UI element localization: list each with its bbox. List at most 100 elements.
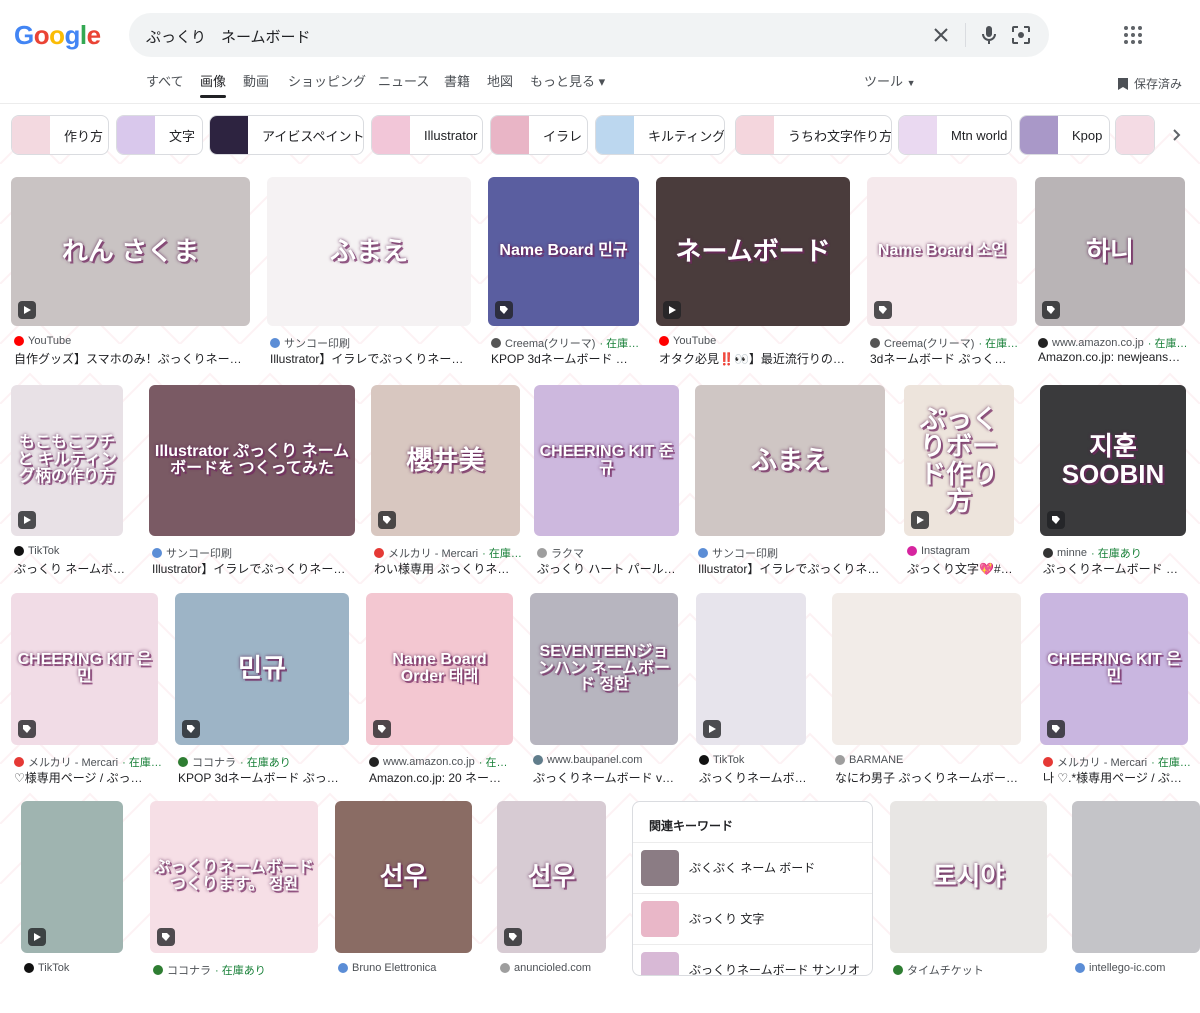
image-result[interactable]: BARMANE なにわ男子 ぷっくりネームボー… <box>832 593 1021 805</box>
result-thumbnail[interactable]: 토시야 <box>890 801 1047 953</box>
result-thumbnail[interactable]: Name Board Order 태래 <box>366 593 513 745</box>
image-result[interactable]: ぷっくりネームボード つくります。 정원 ココナラ · 在庫あり <box>150 801 318 1013</box>
image-result[interactable]: Illustrator ぷっくり ネームボードを つくってみた サンコー印刷 Ill… <box>149 385 355 596</box>
search-input[interactable]: ぷっくり ネームボード <box>146 26 311 47</box>
result-title[interactable]: ぷっくり ネームボ… <box>14 560 126 577</box>
result-thumbnail[interactable]: Illustrator ぷっくり ネームボードを つくってみた <box>149 385 355 536</box>
apps-grid-icon[interactable] <box>1122 24 1144 46</box>
saved-button[interactable]: 保存済み <box>1117 75 1182 92</box>
search-bar[interactable]: ぷっくり ネームボード <box>129 13 1049 57</box>
result-title[interactable]: Illustrator】イラレでぷっくりネー… <box>270 350 474 367</box>
result-title[interactable]: 自作グッズ】スマホのみ！ぷっくりネー… <box>14 350 253 367</box>
result-thumbnail[interactable]: ネームボード <box>656 177 850 326</box>
result-title[interactable]: Amazon.co.jp: newjeans… <box>1038 350 1188 364</box>
image-result[interactable]: ぷっくりボード作り方 Instagram ぷっくり文字💖#… <box>904 385 1014 596</box>
result-title[interactable]: KPOP 3dネームボード ぷっ… <box>178 769 352 786</box>
chip-8[interactable]: Kpop <box>1019 115 1110 155</box>
result-title[interactable]: ♡様専用ページ / ぷっ… <box>14 769 161 786</box>
result-title[interactable]: ぷっくりネームボ… <box>699 769 809 786</box>
result-title[interactable]: KPOP 3dネームボード … <box>491 350 642 367</box>
result-thumbnail[interactable]: 지훈 SOOBIN <box>1040 385 1186 536</box>
image-result[interactable]: Name Board Order 태래 www.amazon.co.jp · 在… A… <box>366 593 513 805</box>
chip-3[interactable]: Illustrator <box>371 115 483 155</box>
chip-2[interactable]: アイビスペイント <box>209 115 364 155</box>
image-result[interactable]: 선우 anuncioled.com <box>497 801 606 1013</box>
chip-9[interactable] <box>1115 115 1155 155</box>
image-result[interactable]: 민규 ココナラ · 在庫あり KPOP 3dネームボード ぷっ… <box>175 593 349 805</box>
tools-button[interactable]: ツール ▼ <box>864 71 916 90</box>
microphone-icon[interactable] <box>977 23 1001 47</box>
image-result[interactable]: CHEERING KIT 은민 メルカリ - Mercari · 在庫… ♡様専用ペー… <box>11 593 161 805</box>
clear-icon[interactable] <box>929 23 953 47</box>
result-title[interactable]: Amazon.co.jp: 20 ネー… <box>369 769 516 786</box>
result-thumbnail[interactable]: Name Board 민규 <box>488 177 639 326</box>
result-title[interactable]: ぷっくりネームボード … <box>1043 560 1189 577</box>
result-thumbnail[interactable]: 櫻井美 <box>371 385 520 536</box>
chip-4[interactable]: イラレ <box>490 115 588 155</box>
result-thumbnail[interactable]: ぷっくりボード作り方 <box>904 385 1014 536</box>
result-title[interactable]: なにわ男子 ぷっくりネームボー… <box>835 769 1024 786</box>
tab-4[interactable]: ニュース <box>378 71 429 90</box>
result-thumbnail[interactable] <box>1072 801 1200 953</box>
result-title[interactable]: 나 ♡.*様専用ページ / ぷ… <box>1043 769 1191 786</box>
image-result[interactable]: CHEERING KIT 준규 ラクマ ぷっくり ハート パール… <box>534 385 679 596</box>
result-title[interactable]: Illustrator】イラレでぷっくりネー… <box>152 560 358 577</box>
result-thumbnail[interactable]: 하니 <box>1035 177 1185 326</box>
image-result[interactable]: SEVENTEENジョンハン ネームボード 정한 www.baupanel.com… <box>530 593 678 805</box>
image-result[interactable]: ふまえ サンコー印刷 Illustrator】イラレでぷっくりネ… <box>695 385 885 596</box>
image-result[interactable]: Name Board 소연 Creema(クリーマ) · 在庫… 3dネームボード ぷ… <box>867 177 1018 386</box>
chevron-right-icon[interactable] <box>1168 127 1184 143</box>
result-title[interactable]: わい様専用 ぷっくりネ… <box>374 560 523 577</box>
tab-7[interactable]: もっと見る ▾ <box>530 71 605 90</box>
result-thumbnail[interactable]: 민규 <box>175 593 349 745</box>
image-result[interactable]: 櫻井美 メルカリ - Mercari · 在庫… わい様専用 ぷっくりネ… <box>371 385 523 596</box>
image-result[interactable]: TikTok <box>21 801 123 1013</box>
image-result[interactable]: TikTok ぷっくりネームボ… <box>696 593 809 805</box>
tab-1[interactable]: 画像 <box>200 71 227 98</box>
result-thumbnail[interactable] <box>696 593 806 745</box>
chip-5[interactable]: キルティング <box>595 115 725 155</box>
image-result[interactable]: intellego-ic.com <box>1072 801 1200 1013</box>
related-keyword-item[interactable]: ぷっくりネームボード サンリオ <box>633 944 872 975</box>
image-result[interactable]: 토시야 タイムチケット <box>890 801 1047 1013</box>
result-thumbnail[interactable]: Name Board 소연 <box>867 177 1017 326</box>
result-title[interactable]: Illustrator】イラレでぷっくりネ… <box>698 560 888 577</box>
tab-6[interactable]: 地図 <box>487 71 513 90</box>
result-thumbnail[interactable]: 선우 <box>497 801 606 953</box>
result-thumbnail[interactable]: ぷっくりネームボード つくります。 정원 <box>150 801 318 953</box>
result-thumbnail[interactable]: 선우 <box>335 801 472 953</box>
chip-7[interactable]: Mtn world <box>898 115 1012 155</box>
tab-2[interactable]: 動画 <box>243 71 269 90</box>
chip-1[interactable]: 文字 <box>116 115 203 155</box>
result-title[interactable]: ぷっくり文字💖#… <box>907 560 1017 577</box>
image-result[interactable]: CHEERING KIT 은민 メルカリ - Mercari · 在庫… 나 ♡.*様… <box>1040 593 1191 805</box>
related-keyword-item[interactable]: ぷくぷく ネーム ボード <box>633 842 872 892</box>
lens-icon[interactable] <box>1009 23 1033 47</box>
tab-0[interactable]: すべて <box>146 71 184 90</box>
result-thumbnail[interactable] <box>21 801 123 953</box>
tab-5[interactable]: 書籍 <box>444 71 470 90</box>
image-result[interactable]: 지훈 SOOBIN minne · 在庫あり ぷっくりネームボード … <box>1040 385 1186 596</box>
image-result[interactable]: もこもこフチと キルティング柄の作り方 TikTok ぷっくり ネームボ… <box>11 385 126 596</box>
result-thumbnail[interactable]: CHEERING KIT 은민 <box>11 593 158 745</box>
image-result[interactable]: ふまえ サンコー印刷 Illustrator】イラレでぷっくりネー… <box>267 177 471 386</box>
image-result[interactable]: ネームボード YouTube オタク必見‼️👀】最近流行りの… <box>656 177 850 386</box>
result-thumbnail[interactable]: ふまえ <box>267 177 471 326</box>
result-title[interactable]: ぷっくり ハート パール… <box>537 560 682 577</box>
result-thumbnail[interactable]: れん さくま <box>11 177 250 326</box>
result-thumbnail[interactable]: もこもこフチと キルティング柄の作り方 <box>11 385 123 536</box>
result-thumbnail[interactable]: CHEERING KIT 준규 <box>534 385 679 536</box>
result-thumbnail[interactable]: SEVENTEENジョンハン ネームボード 정한 <box>530 593 678 745</box>
result-title[interactable]: ぷっくりネームボード v… <box>533 769 681 786</box>
result-thumbnail[interactable] <box>832 593 1021 745</box>
related-keyword-item[interactable]: ぷっくり 文字 <box>633 893 872 943</box>
result-thumbnail[interactable]: ふまえ <box>695 385 885 536</box>
image-result[interactable]: 하니 www.amazon.co.jp · 在庫… Amazon.co.jp: new… <box>1035 177 1188 386</box>
result-thumbnail[interactable]: CHEERING KIT 은민 <box>1040 593 1188 745</box>
google-logo[interactable]: Google <box>14 20 101 51</box>
result-title[interactable]: オタク必見‼️👀】最近流行りの… <box>659 350 853 367</box>
image-result[interactable]: れん さくま YouTube 自作グッズ】スマホのみ！ぷっくりネー… <box>11 177 250 386</box>
image-result[interactable]: Name Board 민규 Creema(クリーマ) · 在庫… KPOP 3dネーム… <box>488 177 639 386</box>
chip-6[interactable]: うちわ文字作り方 <box>735 115 892 155</box>
chip-0[interactable]: 作り方 <box>11 115 109 155</box>
